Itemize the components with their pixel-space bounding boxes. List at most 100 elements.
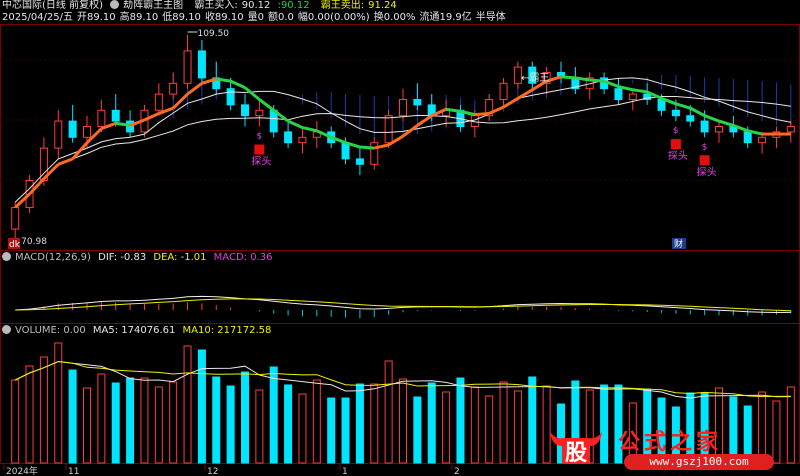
candle-body (54, 120, 63, 149)
tantou-marker (670, 139, 681, 150)
sell-label: 霸王卖出: (320, 0, 365, 11)
x-label: 1 (342, 467, 348, 476)
stock-name[interactable]: 中芯国际(日线 前复权) (2, 0, 103, 11)
volume-bar (384, 360, 393, 464)
info-low: 低89.10 (162, 12, 201, 23)
info-turnover: 换0.00% (373, 12, 416, 23)
info-change: 幅0.00(0.00%) (297, 12, 370, 23)
site-logo: 股 公式之家 www.gszj100.com (546, 424, 796, 474)
cai-label: 财 (674, 238, 683, 250)
volume-bar (327, 397, 336, 464)
candle-body (715, 125, 723, 133)
bull-icon: 股 (550, 432, 602, 466)
volume-bar (513, 390, 522, 464)
tantou-marker (254, 144, 265, 155)
high-mark: 109.50 (198, 29, 230, 39)
volume-bar (169, 381, 178, 464)
volume-bar (269, 366, 278, 464)
volume-bar (83, 387, 91, 464)
candle-body (111, 109, 120, 122)
candle-body (413, 98, 422, 106)
volume-ma10: MA10: 217172.58 (182, 325, 272, 336)
info-sector: 半导体 (475, 12, 506, 23)
candle-body (197, 50, 206, 79)
candle-body (370, 142, 379, 165)
band-segment (359, 145, 375, 150)
candle-body (628, 93, 637, 100)
candle-body (671, 109, 680, 117)
volume-bar (427, 382, 436, 464)
candle-body (399, 98, 407, 117)
band-segment (560, 75, 576, 80)
candle-body (758, 136, 767, 144)
band-segment (589, 78, 605, 83)
band-segment (57, 157, 74, 166)
low-mark: 70.98 (21, 237, 47, 247)
volume-label: VOLUME: 0.00 (15, 325, 86, 336)
info-bar: 2025/04/25/五 开89.10 高89.10 低89.10 收89.10 量0 额0… (2, 12, 510, 24)
candle-body (743, 131, 752, 144)
volume-bar (528, 376, 537, 464)
circle-icon[interactable] (2, 252, 11, 261)
dollar-mark: $ (673, 126, 679, 136)
volume-bar (456, 377, 465, 464)
candle-body (298, 136, 307, 144)
candle-body (255, 109, 264, 117)
volume-bar (413, 396, 422, 464)
info-amount: 额0.0 (267, 12, 294, 23)
candle-body (384, 115, 393, 144)
band-segment (216, 77, 231, 83)
info-open: 开89.10 (77, 12, 116, 23)
candle-body (97, 109, 106, 127)
volume-bar (68, 369, 77, 464)
band-segment (445, 107, 461, 113)
band-segment (287, 119, 304, 129)
macd-dea: DEA: -1.01 (153, 252, 207, 263)
volume-bar (11, 379, 20, 464)
candle-body (284, 131, 293, 144)
volume-bar (284, 384, 293, 464)
volume-bar (39, 356, 48, 464)
band-segment (172, 93, 189, 110)
band-segment (244, 86, 261, 101)
band-segment (302, 126, 318, 133)
macd-dif: DIF: -0.83 (98, 252, 147, 263)
info-float: 流通19.9亿 (419, 12, 472, 23)
band-segment (115, 121, 131, 127)
band-segment (186, 82, 203, 96)
x-label: 11 (68, 467, 79, 476)
dollar-mark: $ (702, 142, 708, 152)
volume-bar (111, 382, 120, 464)
volume-bar (442, 391, 451, 464)
logo-url[interactable]: www.gszj100.com (624, 454, 774, 470)
dollar-mark: $ (256, 131, 262, 141)
info-date: 2025/04/25/五 (2, 12, 74, 23)
volume-bar (470, 386, 479, 464)
buy-value: 90.12 (241, 0, 271, 11)
candle-body (241, 104, 249, 117)
candle-body (11, 206, 20, 230)
volume-bar (197, 349, 206, 464)
volume-bar (97, 373, 106, 464)
volume-bar (499, 381, 508, 464)
logo-mark: 股 (565, 440, 587, 466)
volume-bar (212, 376, 221, 464)
tantou-label: 探头 (697, 165, 717, 178)
volume-ma5: MA5: 174076.61 (92, 325, 176, 336)
candle-body (499, 82, 508, 100)
circle-icon[interactable] (110, 0, 120, 9)
info-close: 收89.10 (204, 12, 244, 23)
title-bar: 中芯国际(日线 前复权) 劫阵霸王主图 霸王买入: 90.12 :90.12 霸王… (2, 0, 401, 12)
volume-bar (399, 378, 407, 464)
volume-bar (154, 386, 163, 464)
candle-body (657, 98, 666, 111)
band-segment (632, 88, 648, 94)
volume-bar (312, 379, 321, 464)
band-segment (718, 119, 734, 127)
band-segment (575, 76, 590, 82)
circle-icon[interactable] (2, 325, 11, 334)
band-segment (675, 102, 691, 110)
band-segment (230, 79, 246, 89)
candle-body (68, 120, 77, 138)
volume-bar (241, 371, 249, 464)
